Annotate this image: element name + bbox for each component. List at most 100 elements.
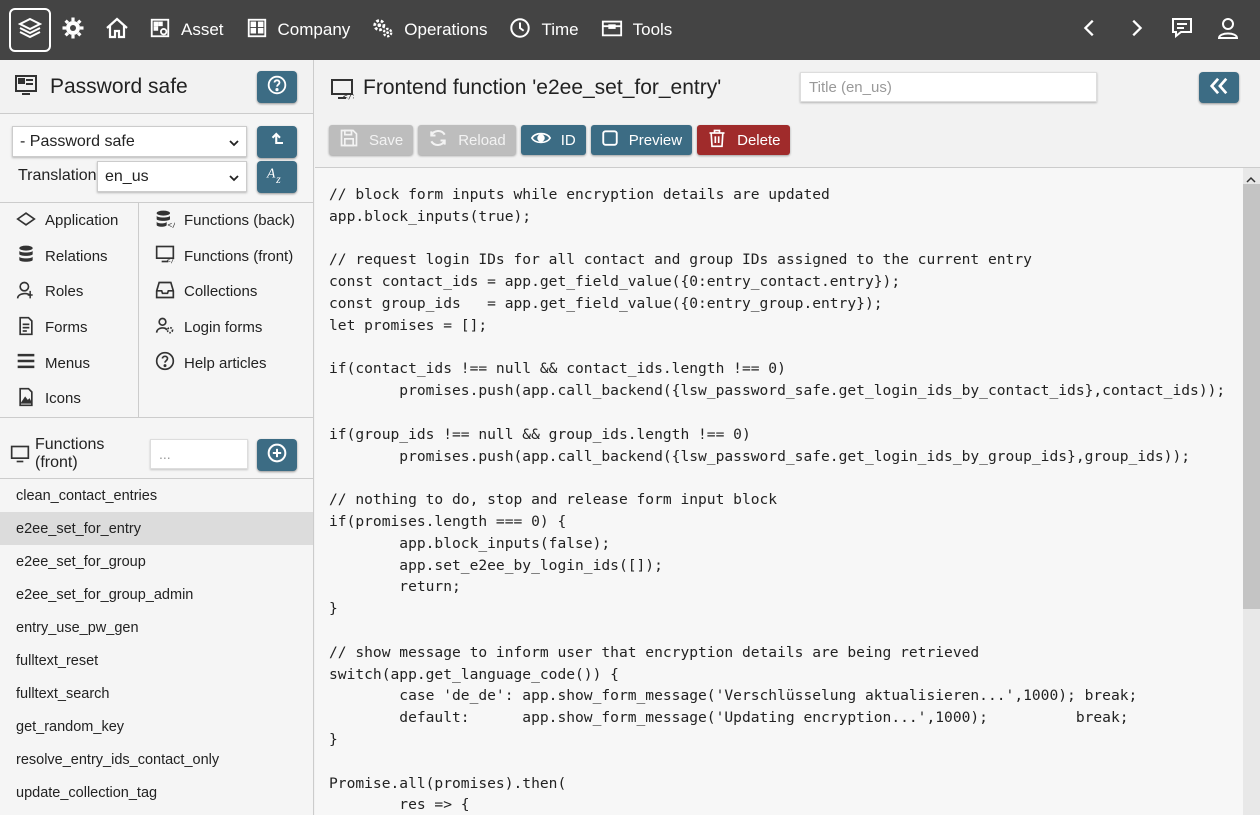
function-list-item[interactable]: fulltext_reset: [0, 644, 313, 677]
function-list-item[interactable]: e2ee_set_for_group: [0, 545, 313, 578]
svg-text:z: z: [275, 172, 281, 185]
function-list-item[interactable]: get_random_key: [0, 710, 313, 743]
forward-button[interactable]: [1114, 8, 1158, 52]
top-navigation-bar: Asset Company Operations Time Tools: [0, 0, 1260, 60]
question-circle-icon: [267, 75, 287, 99]
topbar-time[interactable]: Time: [499, 8, 590, 52]
operations-icon: [372, 17, 404, 44]
functions-filter-input[interactable]: ...: [150, 439, 248, 469]
title-translation-input[interactable]: Title (en_us): [800, 72, 1097, 102]
go-up-button[interactable]: [257, 126, 297, 158]
function-list-item[interactable]: e2ee_set_for_group_admin: [0, 578, 313, 611]
topbar-time-label: Time: [541, 20, 579, 39]
topbar-operations[interactable]: Operations: [362, 8, 499, 52]
show-id-button[interactable]: ID: [520, 125, 586, 155]
nav-roles[interactable]: Roles: [0, 274, 138, 310]
translation-select[interactable]: en_us: [97, 161, 247, 192]
function-list-item[interactable]: clean_contact_entries: [0, 479, 313, 512]
scrollbar-thumb[interactable]: [1243, 184, 1260, 609]
save-button-label: Save: [369, 131, 404, 149]
nav-collections[interactable]: Collections: [139, 274, 314, 310]
code-line: switch(app.get_language_code()) {: [329, 665, 619, 683]
code-line: app.block_inputs(false);: [329, 534, 611, 552]
image-icon: [16, 387, 45, 411]
gear-icon: [61, 16, 85, 44]
function-list-item-active[interactable]: e2ee_set_for_entry: [0, 512, 313, 545]
plus-circle-icon: [267, 443, 287, 467]
editor-toolbar: Save Reload ID Preview Delete: [329, 125, 791, 155]
nav-relations-label: Relations: [45, 247, 108, 265]
nav-functions-front[interactable]: </> Functions (front): [139, 239, 314, 275]
chevron-down-icon: [228, 136, 240, 154]
reload-button[interactable]: Reload: [418, 125, 516, 155]
monitor-function-icon: </>: [155, 244, 184, 268]
nav-login-forms[interactable]: Login forms: [139, 310, 314, 346]
nav-help-articles[interactable]: Help articles: [139, 345, 314, 381]
save-button[interactable]: Save: [329, 125, 414, 155]
app-selectors: - Password safe Translation en_us Az: [0, 114, 313, 203]
editor-header: </> Frontend function 'e2ee_set_for_entr…: [315, 60, 1260, 168]
app-select[interactable]: - Password safe: [12, 126, 247, 157]
code-line: const group_ids = app.get_field_value({0…: [329, 294, 883, 312]
nav-login-forms-label: Login forms: [184, 319, 263, 337]
floppy-icon: [339, 128, 369, 152]
functions-list-header: Functions (front) ...: [0, 418, 313, 479]
function-list-item[interactable]: fulltext_search: [0, 677, 313, 710]
collapse-sidebar-button[interactable]: [1199, 72, 1239, 103]
code-line: app.block_inputs(true);: [329, 207, 532, 225]
topbar-right-actions: [1068, 8, 1250, 52]
refresh-icon: [428, 128, 458, 152]
nav-functions-back[interactable]: </> Functions (back): [139, 203, 314, 239]
database-icon: [16, 244, 45, 268]
topbar-company[interactable]: Company: [236, 8, 363, 52]
app-select-value: - Password safe: [20, 132, 135, 150]
help-button[interactable]: [257, 71, 297, 103]
sidebar-header: Password safe: [0, 60, 313, 114]
nav-functions-back-label: Functions (back): [184, 212, 295, 230]
nav-application-label: Application: [45, 212, 119, 230]
topbar-asset[interactable]: Asset: [139, 8, 236, 52]
nav-application[interactable]: Application: [0, 203, 138, 239]
company-icon: [246, 17, 278, 44]
nav-icons-label: Icons: [45, 390, 81, 408]
back-button[interactable]: [1068, 8, 1112, 52]
code-editor-scrollbar[interactable]: [1243, 168, 1260, 815]
translation-button[interactable]: Az: [257, 161, 297, 193]
function-list-item[interactable]: resolve_entry_ids_contact_only: [0, 743, 313, 776]
user-button[interactable]: [1206, 8, 1250, 52]
topbar-tools[interactable]: Tools: [591, 8, 685, 52]
chevron-left-icon: [1079, 17, 1101, 43]
settings-button[interactable]: [51, 8, 95, 52]
preview-button-label: Preview: [628, 131, 683, 149]
function-list-item[interactable]: entry_use_pw_gen: [0, 611, 313, 644]
nav-icons[interactable]: Icons: [0, 381, 138, 417]
chevron-down-icon: [228, 171, 240, 189]
delete-button[interactable]: Delete: [697, 125, 791, 155]
feedback-button[interactable]: [1160, 8, 1204, 52]
add-function-button[interactable]: [257, 439, 297, 471]
translation-label: Translation: [18, 167, 97, 184]
home-button[interactable]: [95, 8, 139, 52]
translate-icon: Az: [266, 165, 288, 189]
code-line: // nothing to do, stop and release form …: [329, 491, 778, 509]
code-line: }: [329, 730, 338, 748]
nav-relations[interactable]: Relations: [0, 239, 138, 275]
code-line: if(contact_ids !== null && contact_ids.l…: [329, 360, 786, 378]
function-list-item[interactable]: update_collection_tag: [0, 776, 313, 809]
code-line: // block form inputs while encryption de…: [329, 186, 830, 203]
topbar-operations-label: Operations: [404, 20, 488, 39]
nav-forms[interactable]: Forms: [0, 310, 138, 346]
nav-menus[interactable]: Menus: [0, 345, 138, 381]
preview-button[interactable]: Preview: [590, 125, 693, 155]
diamond-icon: [16, 209, 45, 233]
functions-list-title-line2: (front): [35, 454, 78, 471]
code-editor[interactable]: // block form inputs while encryption de…: [315, 168, 1243, 815]
code-line: case 'de_de': app.show_form_message('Ver…: [329, 687, 1138, 705]
functions-list-title: Functions (front): [35, 436, 104, 472]
layers-home-button[interactable]: [9, 8, 51, 52]
